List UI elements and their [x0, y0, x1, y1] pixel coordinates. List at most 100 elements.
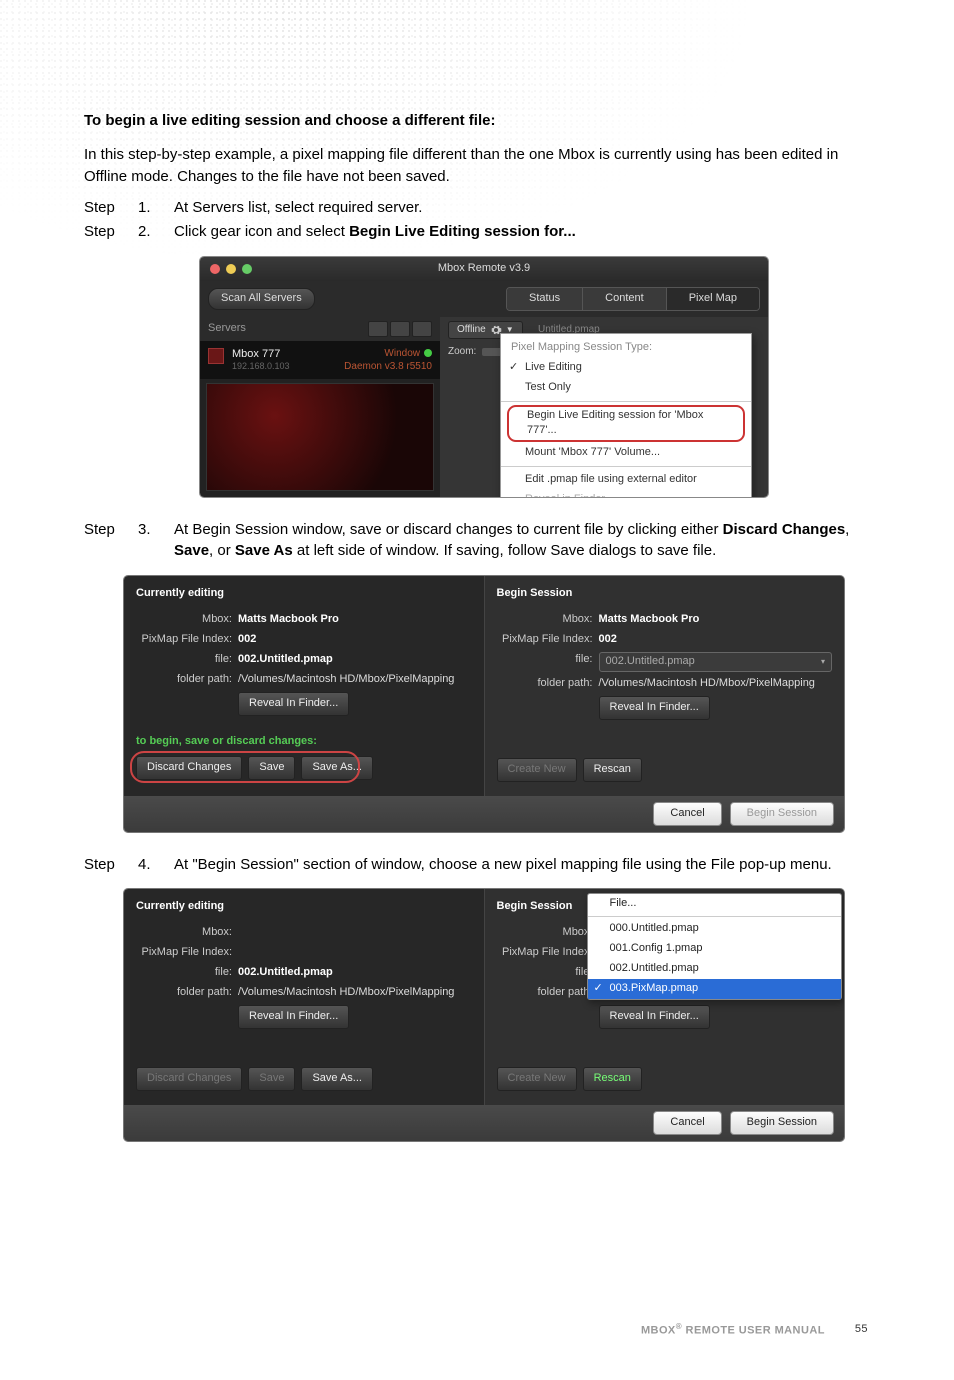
menu-separator — [588, 916, 842, 917]
reveal-in-finder-button[interactable]: Reveal In Finder... — [238, 692, 349, 716]
value: 002 — [238, 632, 256, 648]
step-3: Step 3. At Begin Session window, save or… — [84, 519, 884, 563]
menu-separator — [501, 466, 751, 467]
popup-item[interactable]: 000.Untitled.pmap — [588, 919, 842, 939]
step-body: Click gear icon and select Begin Live Ed… — [174, 221, 884, 243]
reveal-in-finder-button[interactable]: Reveal In Finder... — [599, 696, 710, 720]
bold-text: Discard Changes — [723, 521, 846, 538]
window-title: Mbox Remote v3.9 — [200, 261, 768, 277]
menu-begin-session[interactable]: Begin Live Editing session for 'Mbox 777… — [507, 405, 745, 443]
menu-live-editing[interactable]: Live Editing — [501, 358, 751, 378]
pixel-map-panel: Offline ▼ Untitled.pmap Zoom: Pixel Mapp… — [440, 317, 768, 497]
label: Mbox: — [136, 925, 238, 941]
create-new-button: Create New — [497, 1067, 577, 1091]
scan-servers-button[interactable]: Scan All Servers — [208, 288, 315, 310]
value: 002.Untitled.pmap — [238, 652, 333, 668]
screenshot-mbox-remote: Mbox Remote v3.9 Scan All Servers Status… — [200, 257, 768, 497]
label: file: — [136, 652, 238, 668]
currently-editing-panel: Currently editing Mbox: PixMap File Inde… — [124, 889, 484, 1105]
tab-pixel-map[interactable]: Pixel Map — [666, 288, 759, 310]
rescan-button[interactable]: Rescan — [583, 758, 642, 782]
panel-title: Currently editing — [136, 586, 472, 602]
currently-editing-panel: Currently editing Mbox:Matts Macbook Pro… — [124, 576, 484, 796]
menu-separator — [501, 401, 751, 402]
label: folder path: — [136, 672, 238, 688]
rescan-button[interactable]: Rescan — [583, 1067, 642, 1091]
servers-header: Servers — [208, 321, 246, 337]
popup-item[interactable]: 002.Untitled.pmap — [588, 959, 842, 979]
file-select-value: 002.Untitled.pmap — [606, 654, 695, 670]
step-body: At Begin Session window, save or discard… — [174, 519, 884, 563]
view-icon[interactable] — [390, 321, 410, 337]
label: Mbox: — [497, 612, 599, 628]
step-body: At "Begin Session" section of window, ch… — [174, 854, 884, 876]
save-prompt: to begin, save or discard changes: — [136, 734, 472, 750]
cancel-button[interactable]: Cancel — [653, 802, 721, 826]
section-title: To begin a live editing session and choo… — [84, 110, 884, 132]
label: file: — [136, 965, 238, 981]
text: Click gear icon and select — [174, 223, 349, 240]
tab-status[interactable]: Status — [507, 288, 582, 310]
offline-label: Offline — [457, 323, 486, 338]
reveal-in-finder-button[interactable]: Reveal In Finder... — [599, 1005, 710, 1029]
save-as-button[interactable]: Save As... — [301, 1067, 373, 1091]
label: file: — [497, 652, 599, 672]
reveal-in-finder-button[interactable]: Reveal In Finder... — [238, 1005, 349, 1029]
text: At Begin Session window, save or discard… — [174, 521, 723, 538]
step-number: 4. — [138, 854, 160, 876]
file-select[interactable]: 002.Untitled.pmap ▾ — [599, 652, 833, 672]
value: /Volumes/Macintosh HD/Mbox/PixelMapping — [238, 672, 454, 688]
intro-paragraph: In this step-by-step example, a pixel ma… — [84, 144, 884, 188]
server-ip: 192.168.0.103 — [232, 361, 336, 373]
bold-text: Begin Live Editing session for... — [349, 223, 576, 240]
step-1: Step 1. At Servers list, select required… — [84, 197, 884, 219]
label: file: — [497, 965, 599, 981]
view-icon[interactable] — [368, 321, 388, 337]
create-new-button: Create New — [497, 758, 577, 782]
server-daemon: Daemon v3.8 r5510 — [344, 360, 432, 373]
window-titlebar: Mbox Remote v3.9 — [200, 257, 768, 281]
dropdown-icon: ▾ — [821, 656, 825, 668]
step-number: 2. — [138, 221, 160, 243]
toolbar: Scan All Servers Status Content Pixel Ma… — [200, 281, 768, 317]
label: folder path: — [136, 985, 238, 1001]
file-popup-menu: File... 000.Untitled.pmap 001.Config 1.p… — [587, 893, 843, 1000]
save-button[interactable]: Save — [248, 756, 295, 780]
step-label: Step — [84, 197, 124, 219]
label: folder path: — [497, 985, 599, 1001]
menu-test-only[interactable]: Test Only — [501, 378, 751, 398]
tab-content[interactable]: Content — [582, 288, 666, 310]
cancel-button[interactable]: Cancel — [653, 1111, 721, 1135]
begin-session-panel: Begin Session Mbox: PixMap File Index: f… — [484, 889, 845, 1105]
screenshot-session-save: Currently editing Mbox:Matts Macbook Pro… — [124, 576, 844, 832]
step-number: 1. — [138, 197, 160, 219]
zoom-label: Zoom: — [448, 345, 476, 360]
dialog-footer: Cancel Begin Session — [124, 1105, 844, 1141]
context-menu: Pixel Mapping Session Type: Live Editing… — [500, 333, 752, 497]
server-swatch-icon — [208, 348, 224, 364]
popup-item[interactable]: 001.Config 1.pmap — [588, 939, 842, 959]
discard-changes-button[interactable]: Discard Changes — [136, 756, 242, 780]
footer-manual: REMOTE USER MANUAL — [682, 1325, 825, 1337]
value: 002.Untitled.pmap — [238, 965, 333, 981]
menu-edit-external[interactable]: Edit .pmap file using external editor — [501, 470, 751, 490]
save-as-button[interactable]: Save As... — [301, 756, 373, 780]
text: at left side of window. If saving, follo… — [293, 542, 717, 559]
page-number: 55 — [855, 1322, 868, 1338]
view-icons — [368, 321, 432, 337]
popup-item-file[interactable]: File... — [588, 894, 842, 914]
server-row[interactable]: Mbox 777 192.168.0.103 Window Daemon v3.… — [200, 341, 440, 379]
text: , — [845, 521, 849, 538]
label: PixMap File Index: — [136, 945, 238, 961]
begin-session-button[interactable]: Begin Session — [730, 1111, 834, 1135]
value: /Volumes/Macintosh HD/Mbox/PixelMapping — [238, 985, 454, 1001]
screenshot-session-popup: Currently editing Mbox: PixMap File Inde… — [124, 889, 844, 1141]
server-window-label: Window — [384, 348, 420, 359]
dialog-footer: Cancel Begin Session — [124, 796, 844, 832]
menu-mount-volume[interactable]: Mount 'Mbox 777' Volume... — [501, 443, 751, 463]
step-body: At Servers list, select required server. — [174, 197, 884, 219]
tab-segment: Status Content Pixel Map — [506, 287, 760, 311]
view-icon[interactable] — [412, 321, 432, 337]
popup-item-selected[interactable]: 003.PixMap.pmap — [588, 979, 842, 999]
discard-changes-button: Discard Changes — [136, 1067, 242, 1091]
